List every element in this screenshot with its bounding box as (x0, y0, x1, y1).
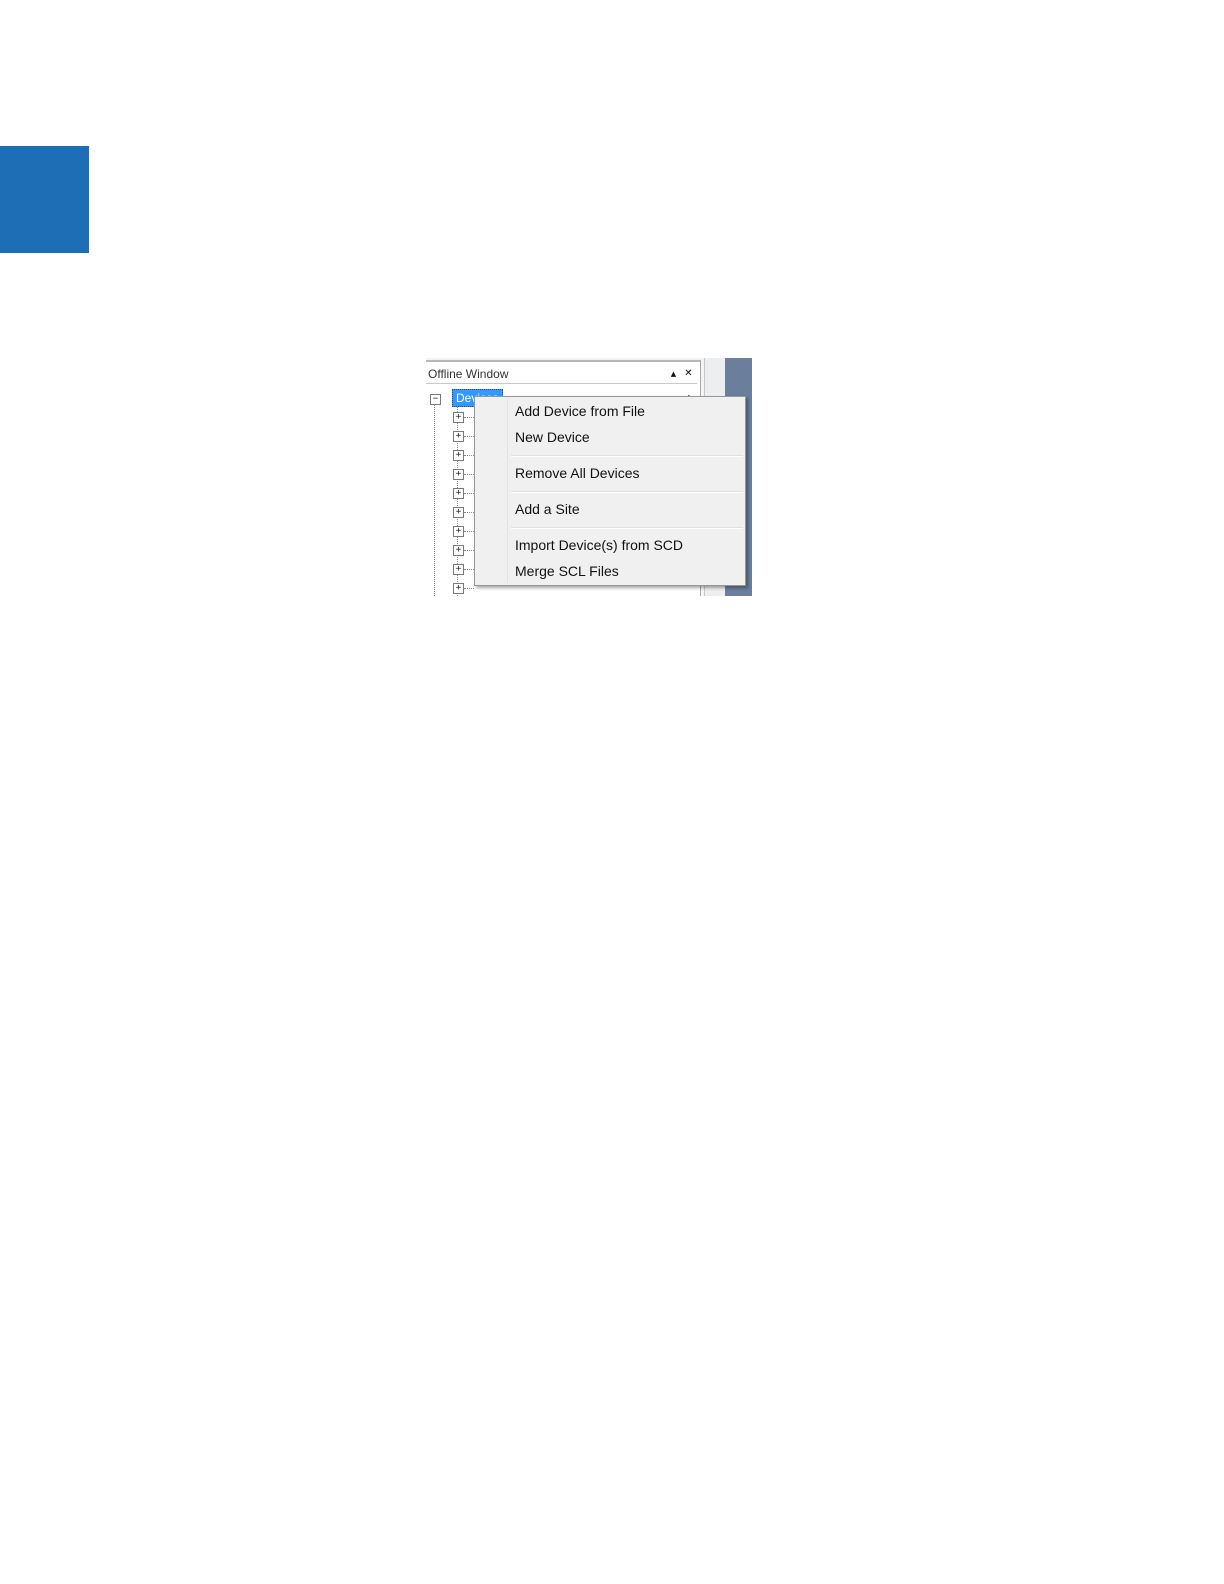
menu-item-label: Import Device(s) from SCD (515, 537, 684, 553)
expand-icon[interactable]: + (453, 564, 464, 575)
context-menu: Add Device from File New Device Remove A… (474, 396, 746, 586)
panel-header: Offline Window ▲ ✕ (426, 366, 697, 384)
menu-item-label: Remove All Devices (515, 465, 640, 481)
expand-icon[interactable]: + (453, 488, 464, 499)
tree-branch-line (464, 417, 474, 418)
menu-separator (511, 455, 743, 457)
expand-icon[interactable]: + (453, 526, 464, 537)
close-icon[interactable]: ✕ (682, 367, 695, 381)
menu-separator (511, 491, 743, 493)
expand-icon[interactable]: + (453, 431, 464, 442)
expand-icon[interactable]: + (453, 450, 464, 461)
menu-item-new-device[interactable]: New Device (477, 425, 743, 449)
menu-separator (511, 527, 743, 529)
offline-window-screenshot: Offline Window ▲ ✕ − Devices + + + + + (426, 358, 752, 596)
tree-branch-line (464, 474, 474, 475)
tree-branch-line (464, 569, 474, 570)
tree-branch-line (464, 436, 474, 437)
menu-item-merge-scl-files[interactable]: Merge SCL Files (477, 559, 743, 583)
tree-branch-line (464, 531, 474, 532)
tree-branch-line (464, 455, 474, 456)
menu-item-label: Merge SCL Files (515, 563, 619, 579)
panel-title: Offline Window (428, 367, 509, 381)
menu-item-label: Add a Site (515, 501, 580, 517)
tree-branch-line (464, 550, 474, 551)
menu-item-label: New Device (515, 429, 590, 445)
expand-icon[interactable]: + (453, 545, 464, 556)
menu-item-add-a-site[interactable]: Add a Site (477, 497, 743, 521)
menu-item-import-devices-from-scd[interactable]: Import Device(s) from SCD (477, 533, 743, 557)
chapter-tab-marker (0, 146, 89, 253)
tree-branch-line (464, 493, 474, 494)
menu-item-label: Add Device from File (515, 403, 645, 419)
tree-branch-line (464, 588, 474, 589)
expand-icon[interactable]: + (453, 507, 464, 518)
pin-icon[interactable]: ▲ (667, 367, 680, 381)
expand-icon[interactable]: + (453, 412, 464, 423)
tree-guide-line (434, 400, 435, 596)
tree-branch-line (464, 512, 474, 513)
collapse-icon[interactable]: − (430, 394, 441, 405)
menu-item-remove-all-devices[interactable]: Remove All Devices (477, 461, 743, 485)
menu-item-add-device-from-file[interactable]: Add Device from File (477, 399, 743, 423)
expand-icon[interactable]: + (453, 469, 464, 480)
expand-icon[interactable]: + (453, 583, 464, 594)
